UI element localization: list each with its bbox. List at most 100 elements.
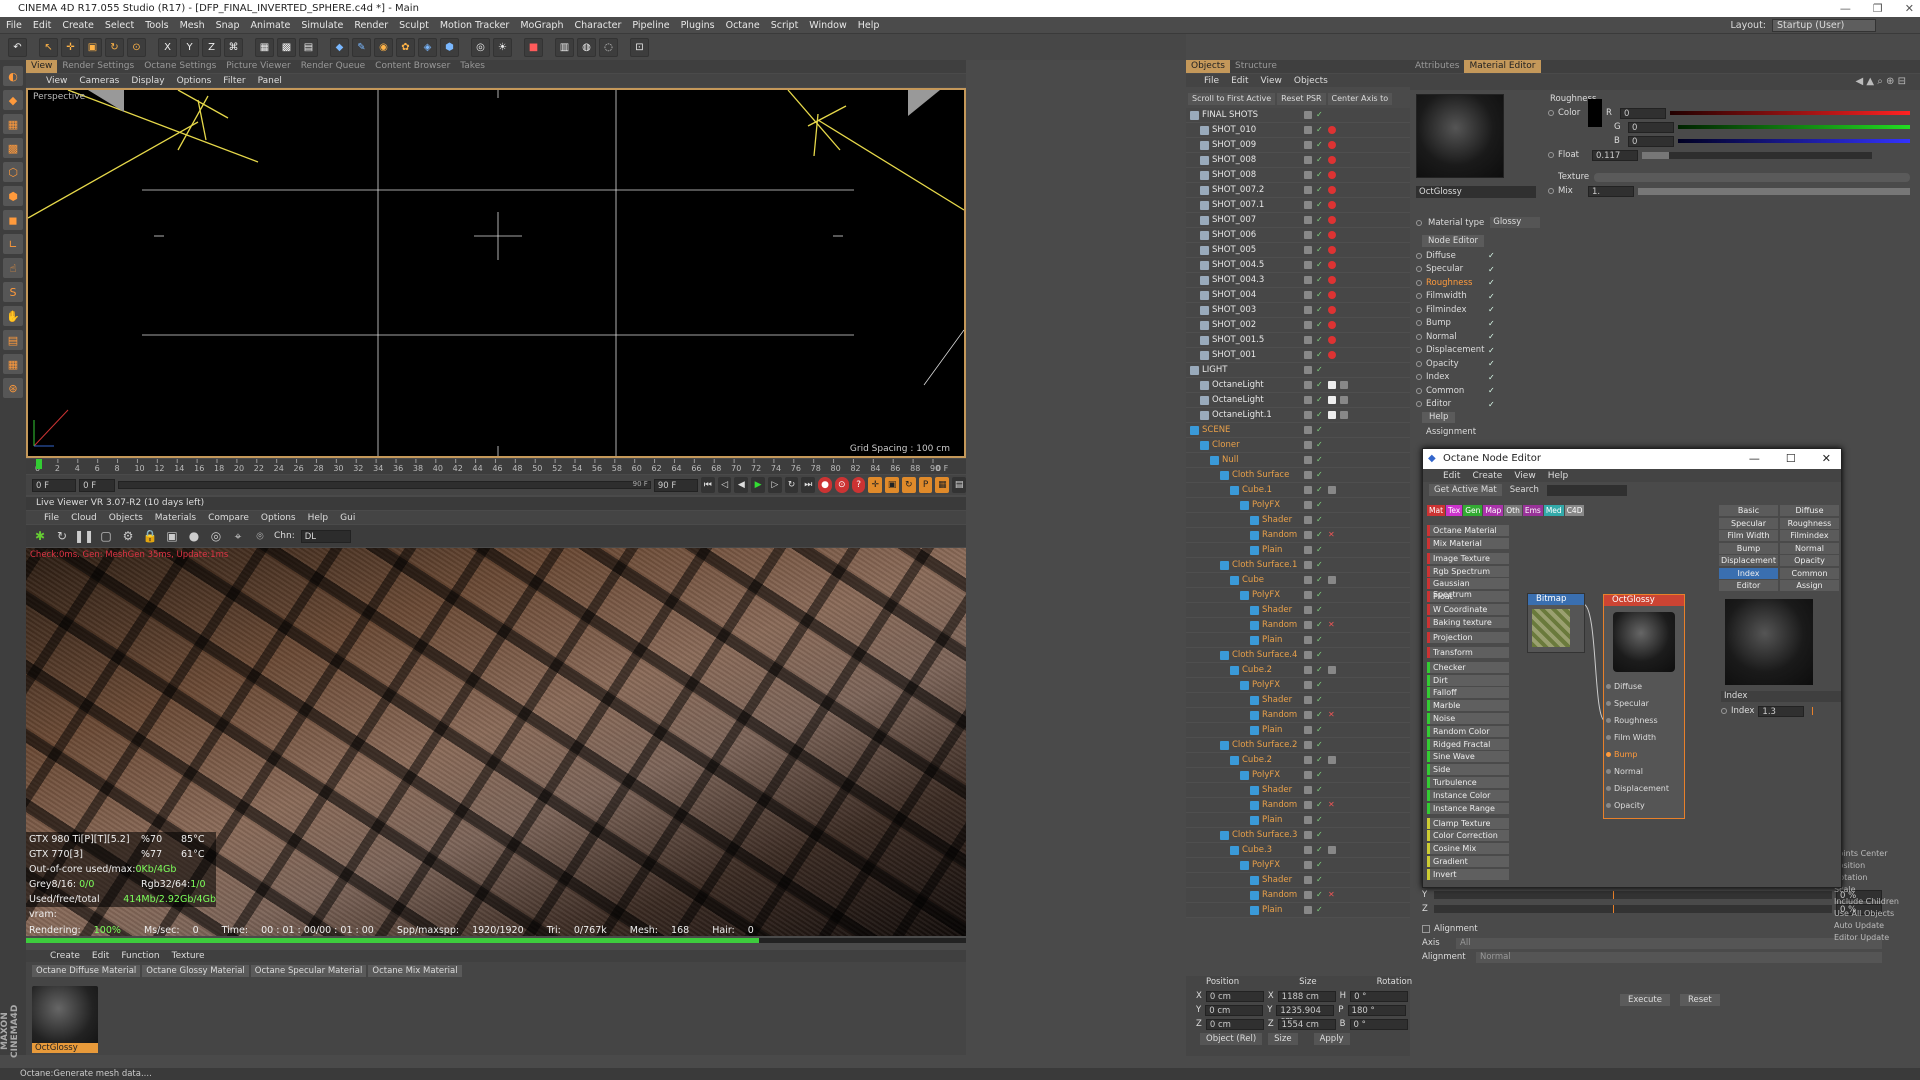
node-input-pin[interactable]: Specular [1604,695,1684,712]
node-channel-button[interactable]: Assign [1780,580,1839,591]
object-row[interactable]: SHOT_007 ✓ [1186,213,1410,228]
disabled-x-icon[interactable]: ✕ [1328,531,1336,539]
mat-tab[interactable]: Octane Mix Material [368,965,462,977]
enabled-check-icon[interactable]: ✓ [1316,681,1324,689]
align-option[interactable]: Editor Update [1834,932,1899,944]
visibility-toggle-icon[interactable] [1304,366,1312,374]
object-row[interactable]: Cloth Surface.4 ✓ [1186,648,1410,663]
object-row[interactable]: Random ✓ ✕ [1186,618,1410,633]
enabled-check-icon[interactable]: ✓ [1316,756,1324,764]
restart-render-icon[interactable]: ↻ [54,528,70,544]
object-row[interactable]: Random ✓ ✕ [1186,708,1410,723]
obj-button[interactable]: Center Axis to [1327,93,1393,105]
visibility-toggle-icon[interactable] [1304,441,1312,449]
z-slider[interactable] [1434,905,1832,913]
channel-row[interactable]: Filmindex ✓ [1416,303,1495,317]
channel-checkbox-icon[interactable]: ✓ [1488,251,1495,260]
object-row[interactable]: Shader ✓ [1186,783,1410,798]
pla-key-icon[interactable]: ▦ [935,477,950,493]
enabled-check-icon[interactable]: ✓ [1316,816,1324,824]
next-key-icon[interactable]: ↻ [784,477,799,493]
object-row[interactable]: SHOT_002 ✓ [1186,318,1410,333]
autokey-icon[interactable]: ⊙ [834,477,849,493]
end-frame-field[interactable]: 90 F [653,478,698,492]
pin-icon[interactable]: ⌖ [230,528,246,544]
node-input-pin[interactable]: Bump [1604,746,1684,763]
align-option[interactable]: Rotation [1834,872,1899,884]
channel-checkbox-icon[interactable]: ✓ [1488,278,1495,287]
visibility-toggle-icon[interactable] [1304,741,1312,749]
enabled-check-icon[interactable]: ✓ [1316,186,1324,194]
lv-menu-objects[interactable]: Objects [109,513,143,523]
nav-arrows-icon[interactable]: ◀ ▲ ⌕ ⊕ ⊟ [1856,76,1906,87]
enabled-check-icon[interactable]: ✓ [1316,291,1324,299]
octane-lock-icon[interactable]: ⊡ [630,37,649,57]
render-picture-viewer-icon[interactable]: ▩ [277,37,296,57]
reset-button[interactable]: Reset [1680,994,1720,1006]
clay-mode-icon[interactable]: ▣ [164,528,180,544]
enabled-check-icon[interactable]: ✓ [1316,471,1324,479]
mat-menu-function[interactable]: Function [121,951,159,961]
channel-row[interactable]: Specular ✓ [1416,263,1495,277]
index-field[interactable]: 1.3 [1758,705,1805,717]
visibility-toggle-icon[interactable] [1304,351,1312,359]
node-input-pin[interactable]: Film Width [1604,729,1684,746]
obj-menu-file[interactable]: File [1204,76,1219,86]
octane-camera-icon[interactable]: ◍ [577,37,596,57]
object-row[interactable]: PolyFX ✓ [1186,858,1410,873]
visibility-toggle-icon[interactable] [1304,336,1312,344]
r-field[interactable]: 0 [1620,107,1666,119]
live-viewer-render[interactable]: Check:0ms. Gen: MeshGen 35ms, Update:1ms… [26,548,966,936]
object-row[interactable]: SHOT_008 ✓ [1186,153,1410,168]
tab-content-browser[interactable]: Content Browser [370,60,455,73]
channel-radio-icon[interactable] [1416,279,1422,286]
nurbs-icon[interactable]: ◉ [374,37,393,57]
position-field[interactable]: 0 cm [1205,1004,1264,1016]
obj-button[interactable]: Scroll to First Active [1188,93,1276,105]
settings-gear-icon[interactable]: ⚙ [120,528,136,544]
enabled-check-icon[interactable]: ✓ [1316,876,1324,884]
align-option[interactable]: Position [1834,860,1899,872]
apply-button[interactable]: Apply [1313,1033,1350,1045]
obj-button[interactable]: Reset PSR [1277,93,1326,105]
node-channel-button[interactable]: Roughness [1780,517,1839,529]
layout-selector[interactable]: Layout: Startup (User) [1731,17,1876,34]
rotation-field[interactable]: 180 ° [1347,1004,1406,1016]
float-slider[interactable] [1642,151,1872,159]
menu-character[interactable]: Character [574,20,621,31]
visibility-toggle-icon[interactable] [1304,201,1312,209]
channel-radio-icon[interactable] [1416,374,1422,381]
visibility-toggle-icon[interactable] [1304,486,1312,494]
object-row[interactable]: SHOT_003 ✓ [1186,303,1410,318]
enabled-check-icon[interactable]: ✓ [1316,141,1324,149]
channel-checkbox-icon[interactable]: ✓ [1488,265,1495,274]
visibility-toggle-icon[interactable] [1304,651,1312,659]
object-row[interactable]: OctaneLight.1 ✓ [1186,408,1410,423]
object-row[interactable]: PolyFX ✓ [1186,588,1410,603]
material-thumbnail[interactable] [32,986,98,1050]
obj-menu-edit[interactable]: Edit [1231,76,1248,86]
object-row[interactable]: Cloner ✓ [1186,438,1410,453]
node-channel-button[interactable]: Filmindex [1780,530,1839,541]
object-row[interactable]: SHOT_007.2 ✓ [1186,183,1410,198]
b-slider[interactable] [1678,139,1910,143]
x-axis-button[interactable]: X [158,37,177,57]
channel-row[interactable]: Opacity ✓ [1416,357,1495,371]
lock-icon[interactable]: 🔒 [142,528,158,544]
enabled-check-icon[interactable]: ✓ [1316,591,1324,599]
layout-dropdown[interactable]: Startup (User) [1772,19,1876,32]
align-option[interactable]: Use All Objects [1834,908,1899,920]
enabled-check-icon[interactable]: ✓ [1316,651,1324,659]
enabled-check-icon[interactable]: ✓ [1316,126,1324,134]
viewport-menu-panel[interactable]: Panel [258,76,282,86]
octglossy-node[interactable]: OctGlossy Diffuse Specular Roughness Film W… [1603,594,1685,819]
mat-tab[interactable]: Octane Diffuse Material [32,965,141,977]
object-row[interactable]: PolyFX ✓ [1186,768,1410,783]
enabled-check-icon[interactable]: ✓ [1316,606,1324,614]
material-preview[interactable] [1416,94,1504,178]
visibility-toggle-icon[interactable] [1304,141,1312,149]
channel-radio-icon[interactable] [1416,266,1422,273]
record-icon[interactable]: ● [818,477,832,493]
node-input-pin[interactable]: Diffuse [1604,678,1684,695]
enabled-check-icon[interactable]: ✓ [1316,261,1324,269]
